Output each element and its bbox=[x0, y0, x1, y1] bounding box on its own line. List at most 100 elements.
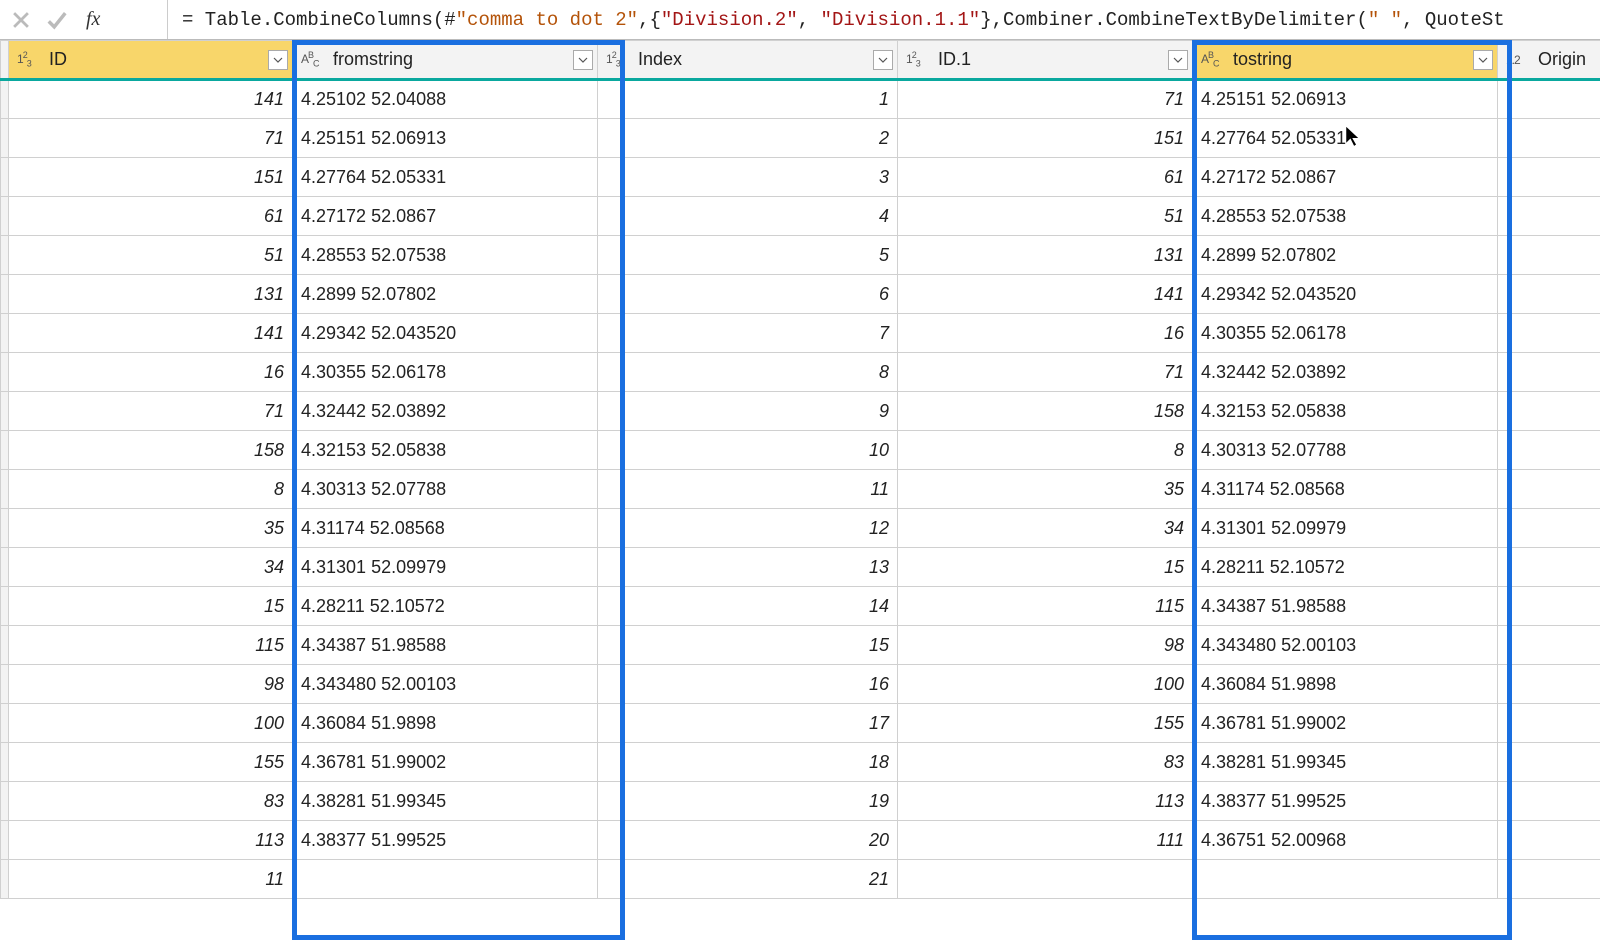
cell-origin[interactable] bbox=[1498, 158, 1600, 197]
cell-fromstring[interactable]: 4.2899 52.07802 bbox=[293, 275, 598, 314]
cell-fromstring[interactable]: 4.28211 52.10572 bbox=[293, 587, 598, 626]
cell-id[interactable]: 141 bbox=[9, 314, 293, 353]
cell-index[interactable]: 2 bbox=[598, 119, 898, 158]
cell-origin[interactable] bbox=[1498, 548, 1600, 587]
cell-id[interactable]: 71 bbox=[9, 392, 293, 431]
cell-id1[interactable]: 113 bbox=[898, 782, 1193, 821]
cell-fromstring[interactable]: 4.34387 51.98588 bbox=[293, 626, 598, 665]
cell-id[interactable]: 158 bbox=[9, 431, 293, 470]
cell-index[interactable]: 5 bbox=[598, 236, 898, 275]
cell-fromstring[interactable]: 4.31174 52.08568 bbox=[293, 509, 598, 548]
cell-origin[interactable] bbox=[1498, 665, 1600, 704]
cell-index[interactable]: 19 bbox=[598, 782, 898, 821]
table-row[interactable]: 354.31174 52.0856812344.31301 52.09979 bbox=[1, 509, 1600, 548]
cell-index[interactable]: 18 bbox=[598, 743, 898, 782]
cell-id1[interactable]: 151 bbox=[898, 119, 1193, 158]
filter-button[interactable] bbox=[1473, 50, 1493, 70]
cell-id1[interactable]: 83 bbox=[898, 743, 1193, 782]
cell-id1[interactable]: 15 bbox=[898, 548, 1193, 587]
table-row[interactable]: 1154.34387 51.9858815984.343480 52.00103 bbox=[1, 626, 1600, 665]
cell-fromstring[interactable]: 4.31301 52.09979 bbox=[293, 548, 598, 587]
table-row[interactable]: 1314.2899 52.0780261414.29342 52.043520 bbox=[1, 275, 1600, 314]
cell-index[interactable]: 1 bbox=[598, 80, 898, 119]
cell-id[interactable]: 98 bbox=[9, 665, 293, 704]
cell-fromstring[interactable]: 4.25102 52.04088 bbox=[293, 80, 598, 119]
cell-origin[interactable] bbox=[1498, 860, 1600, 899]
cell-tostring[interactable]: 4.27764 52.05331 bbox=[1193, 119, 1498, 158]
column-header-tostring[interactable]: ABC tostring bbox=[1193, 41, 1498, 80]
cell-origin[interactable] bbox=[1498, 626, 1600, 665]
cell-id[interactable]: 51 bbox=[9, 236, 293, 275]
cell-origin[interactable] bbox=[1498, 80, 1600, 119]
cell-tostring[interactable]: 4.30355 52.06178 bbox=[1193, 314, 1498, 353]
fx-label[interactable]: fx bbox=[86, 8, 100, 31]
cell-id1[interactable]: 115 bbox=[898, 587, 1193, 626]
table-row[interactable]: 164.30355 52.061788714.32442 52.03892 bbox=[1, 353, 1600, 392]
cell-id1[interactable]: 71 bbox=[898, 353, 1193, 392]
cell-tostring[interactable]: 4.31301 52.09979 bbox=[1193, 509, 1498, 548]
cell-id[interactable]: 15 bbox=[9, 587, 293, 626]
filter-button[interactable] bbox=[268, 50, 288, 70]
cell-origin[interactable] bbox=[1498, 743, 1600, 782]
cell-id[interactable]: 83 bbox=[9, 782, 293, 821]
cell-id1[interactable]: 155 bbox=[898, 704, 1193, 743]
cell-id1[interactable]: 158 bbox=[898, 392, 1193, 431]
cell-tostring[interactable]: 4.30313 52.07788 bbox=[1193, 431, 1498, 470]
cell-tostring[interactable]: 4.2899 52.07802 bbox=[1193, 236, 1498, 275]
filter-button[interactable] bbox=[873, 50, 893, 70]
cell-id[interactable]: 141 bbox=[9, 80, 293, 119]
cell-tostring[interactable]: 4.36781 51.99002 bbox=[1193, 704, 1498, 743]
table-row[interactable]: 714.25151 52.0691321514.27764 52.05331 bbox=[1, 119, 1600, 158]
cell-id1[interactable]: 8 bbox=[898, 431, 1193, 470]
cell-tostring[interactable]: 4.29342 52.043520 bbox=[1193, 275, 1498, 314]
cell-index[interactable]: 9 bbox=[598, 392, 898, 431]
cell-fromstring[interactable]: 4.36781 51.99002 bbox=[293, 743, 598, 782]
cell-id1[interactable]: 34 bbox=[898, 509, 1193, 548]
cell-index[interactable]: 16 bbox=[598, 665, 898, 704]
cell-fromstring[interactable]: 4.25151 52.06913 bbox=[293, 119, 598, 158]
cell-id1[interactable]: 98 bbox=[898, 626, 1193, 665]
cell-index[interactable]: 15 bbox=[598, 626, 898, 665]
cell-index[interactable]: 4 bbox=[598, 197, 898, 236]
cell-origin[interactable] bbox=[1498, 782, 1600, 821]
cell-fromstring[interactable]: 4.30355 52.06178 bbox=[293, 353, 598, 392]
table-row[interactable]: 984.343480 52.00103161004.36084 51.9898 bbox=[1, 665, 1600, 704]
cell-id[interactable]: 115 bbox=[9, 626, 293, 665]
cell-id[interactable]: 35 bbox=[9, 509, 293, 548]
cell-tostring[interactable]: 4.25151 52.06913 bbox=[1193, 80, 1498, 119]
cell-id[interactable]: 61 bbox=[9, 197, 293, 236]
column-header-index[interactable]: 123 Index bbox=[598, 41, 898, 80]
cell-tostring[interactable]: 4.28553 52.07538 bbox=[1193, 197, 1498, 236]
cell-id[interactable]: 8 bbox=[9, 470, 293, 509]
cell-origin[interactable] bbox=[1498, 119, 1600, 158]
cell-origin[interactable] bbox=[1498, 197, 1600, 236]
cell-fromstring[interactable]: 4.27172 52.0867 bbox=[293, 197, 598, 236]
cell-id[interactable]: 131 bbox=[9, 275, 293, 314]
table-row[interactable]: 1554.36781 51.9900218834.38281 51.99345 bbox=[1, 743, 1600, 782]
cell-origin[interactable] bbox=[1498, 431, 1600, 470]
cell-tostring[interactable]: 4.343480 52.00103 bbox=[1193, 626, 1498, 665]
cell-tostring[interactable]: 4.36751 52.00968 bbox=[1193, 821, 1498, 860]
cell-origin[interactable] bbox=[1498, 509, 1600, 548]
cell-index[interactable]: 21 bbox=[598, 860, 898, 899]
cell-id[interactable]: 11 bbox=[9, 860, 293, 899]
cell-index[interactable]: 3 bbox=[598, 158, 898, 197]
cell-id1[interactable]: 131 bbox=[898, 236, 1193, 275]
cell-id1[interactable] bbox=[898, 860, 1193, 899]
filter-button[interactable] bbox=[573, 50, 593, 70]
cell-index[interactable]: 12 bbox=[598, 509, 898, 548]
cell-origin[interactable] bbox=[1498, 470, 1600, 509]
cell-fromstring[interactable]: 4.32153 52.05838 bbox=[293, 431, 598, 470]
cell-tostring[interactable]: 4.38281 51.99345 bbox=[1193, 743, 1498, 782]
column-header-fromstring[interactable]: ABC fromstring bbox=[293, 41, 598, 80]
cell-id1[interactable]: 16 bbox=[898, 314, 1193, 353]
cell-id[interactable]: 113 bbox=[9, 821, 293, 860]
cell-fromstring[interactable]: 4.38281 51.99345 bbox=[293, 782, 598, 821]
cell-index[interactable]: 7 bbox=[598, 314, 898, 353]
cell-tostring[interactable]: 4.27172 52.0867 bbox=[1193, 158, 1498, 197]
cell-tostring[interactable] bbox=[1193, 860, 1498, 899]
cell-tostring[interactable]: 4.34387 51.98588 bbox=[1193, 587, 1498, 626]
cell-origin[interactable] bbox=[1498, 392, 1600, 431]
cell-id1[interactable]: 71 bbox=[898, 80, 1193, 119]
cell-id1[interactable]: 100 bbox=[898, 665, 1193, 704]
